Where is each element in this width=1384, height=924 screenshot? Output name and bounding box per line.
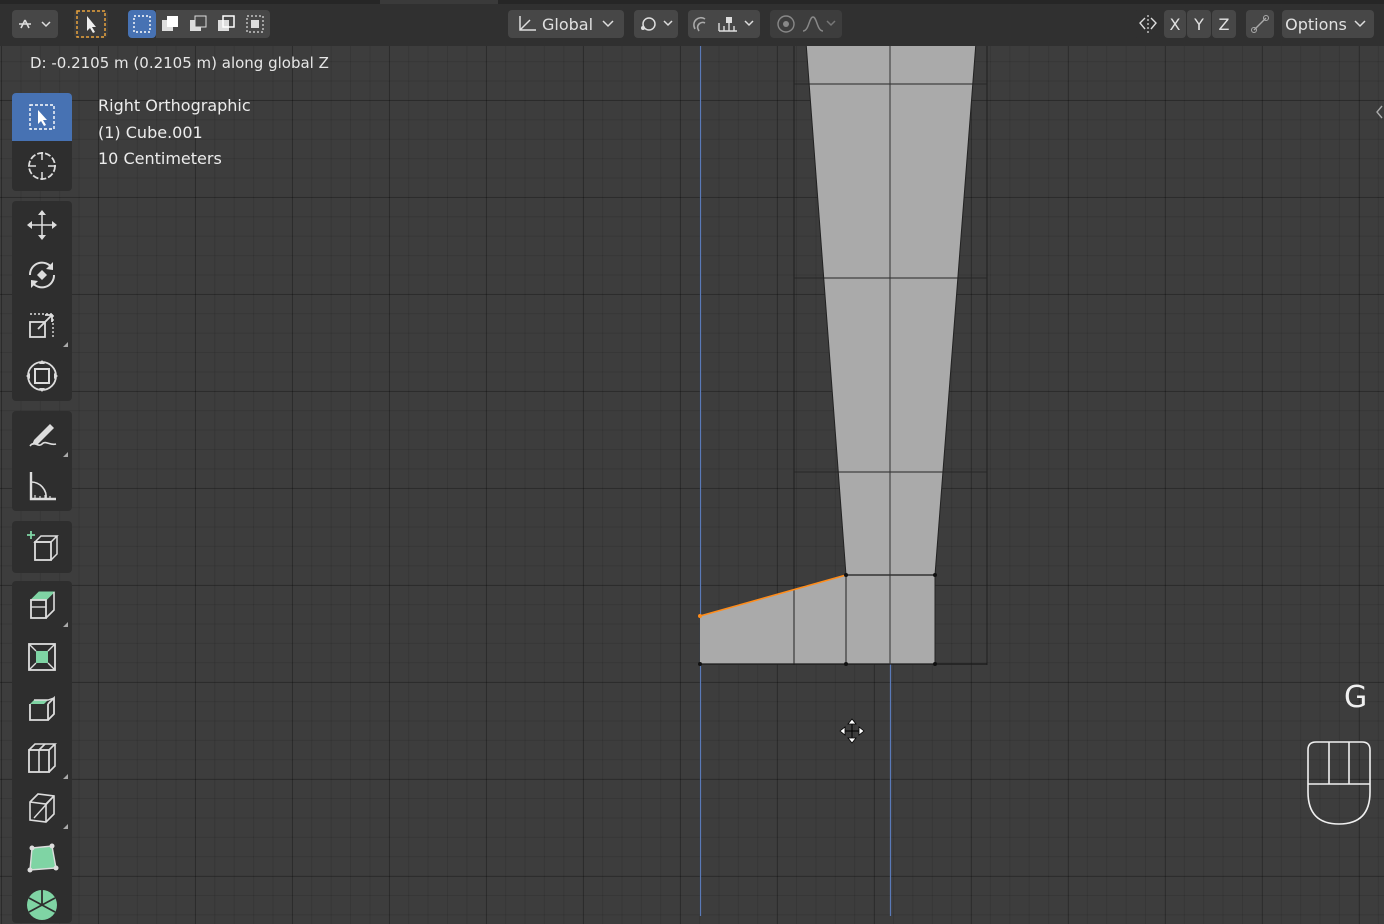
editor-type-button[interactable] xyxy=(12,10,58,38)
extrude-icon xyxy=(29,591,56,619)
snapping-group xyxy=(688,10,760,38)
loop-cut-icon xyxy=(28,743,57,773)
mouse-icon xyxy=(1307,741,1371,825)
key-hint: G xyxy=(1344,680,1368,715)
mirror-z-label: Z xyxy=(1218,14,1230,34)
rotate-tool[interactable] xyxy=(12,249,72,301)
knife-tool[interactable] xyxy=(12,783,72,833)
add-cube-tool[interactable] xyxy=(12,521,72,573)
auto-merge-toggle[interactable] xyxy=(1246,10,1274,38)
mirror-x-label: X xyxy=(1169,14,1181,34)
vertex[interactable] xyxy=(933,662,937,666)
transform-orientation-dropdown[interactable]: Global xyxy=(508,10,624,38)
proportional-editing-icon[interactable] xyxy=(773,13,799,35)
transform-icon xyxy=(26,360,58,392)
move-icon xyxy=(27,210,57,240)
vertex[interactable] xyxy=(698,662,702,666)
select-invert-button[interactable] xyxy=(212,10,240,38)
inset-tool[interactable] xyxy=(12,631,72,683)
pivot-point-dropdown[interactable] xyxy=(634,10,678,38)
mirror-y-label: Y xyxy=(1194,14,1204,34)
scale-tool[interactable] xyxy=(12,301,72,351)
move-cursor-icon xyxy=(839,718,865,744)
poly-build-tool[interactable] xyxy=(12,833,72,883)
mirror-y-toggle[interactable]: Y xyxy=(1187,10,1211,38)
transform-readout: D: -0.2105 m (0.2105 m) along global Z xyxy=(30,54,329,72)
snap-toggle-icon[interactable] xyxy=(689,13,715,35)
options-dropdown[interactable]: Options xyxy=(1282,10,1374,38)
knife-icon xyxy=(29,793,55,823)
options-label: Options xyxy=(1285,14,1347,34)
select-new-icon xyxy=(133,15,151,33)
spin-tool[interactable] xyxy=(12,883,72,923)
measure-icon xyxy=(29,472,56,501)
pivot-point-icon xyxy=(641,17,673,31)
select-intersect-button[interactable] xyxy=(240,10,270,38)
snap-increment-icon[interactable] xyxy=(715,13,759,35)
collapse-sidebar-icon[interactable] xyxy=(1374,104,1384,120)
select-subtract-icon xyxy=(190,15,207,31)
mesh-face-leg xyxy=(806,42,976,575)
mirror-x-toggle[interactable]: X xyxy=(1164,10,1186,38)
extrude-tool[interactable] xyxy=(12,581,72,631)
auto-merge-icon xyxy=(1251,15,1269,33)
select-mode-icon xyxy=(76,10,106,38)
view-name: Right Orthographic xyxy=(98,96,251,115)
falloff-icon[interactable] xyxy=(799,13,839,35)
proportional-editing-group xyxy=(770,10,842,38)
loop-cut-tool[interactable] xyxy=(12,733,72,783)
add-cube-icon xyxy=(27,531,59,561)
annotate-icon xyxy=(29,424,57,447)
mirror-icon xyxy=(1139,15,1157,33)
select-intersect-icon xyxy=(246,15,264,33)
bevel-icon xyxy=(29,695,55,721)
measure-tool[interactable] xyxy=(12,461,72,511)
cursor-icon xyxy=(28,152,56,180)
transform-orientation-label: Global xyxy=(542,14,594,34)
viewport-info-overlay: Right Orthographic (1) Cube.001 10 Centi… xyxy=(98,93,251,173)
cursor-tool[interactable] xyxy=(12,141,72,191)
chevron-down-icon xyxy=(1354,20,1366,28)
mesh-face-foot xyxy=(700,575,935,664)
viewport-header: Global X Y Z Options xyxy=(0,0,1384,46)
vertex[interactable] xyxy=(933,573,937,577)
annotate-tool[interactable] xyxy=(12,411,72,461)
vertex[interactable] xyxy=(844,662,848,666)
grid-scale: 10 Centimeters xyxy=(98,149,222,168)
select-box-tool[interactable] xyxy=(12,93,72,141)
select-subtract-button[interactable] xyxy=(184,10,212,38)
orientation-icon xyxy=(519,16,536,31)
chevron-down-icon xyxy=(602,20,614,28)
select-invert-icon xyxy=(218,15,235,31)
mirror-z-toggle[interactable]: Z xyxy=(1212,10,1236,38)
spin-icon xyxy=(27,890,57,920)
mirror-toggle[interactable] xyxy=(1134,10,1162,38)
select-extend-button[interactable] xyxy=(156,10,184,38)
editor-type-icon xyxy=(19,19,51,29)
inset-icon xyxy=(28,643,56,671)
transform-tool[interactable] xyxy=(12,351,72,401)
select-new-button[interactable] xyxy=(128,10,156,38)
rotate-icon xyxy=(28,261,56,289)
object-name: (1) Cube.001 xyxy=(98,122,203,142)
selected-vertex[interactable] xyxy=(698,614,702,618)
select-mode-button[interactable] xyxy=(74,10,108,38)
scale-icon xyxy=(29,313,54,338)
select-box-icon xyxy=(29,104,55,130)
move-tool[interactable] xyxy=(12,201,72,249)
poly-build-icon xyxy=(27,843,59,873)
vertex[interactable] xyxy=(844,573,848,577)
select-extend-icon xyxy=(162,16,178,31)
bevel-tool[interactable] xyxy=(12,683,72,733)
header-top-strip xyxy=(0,0,1384,4)
